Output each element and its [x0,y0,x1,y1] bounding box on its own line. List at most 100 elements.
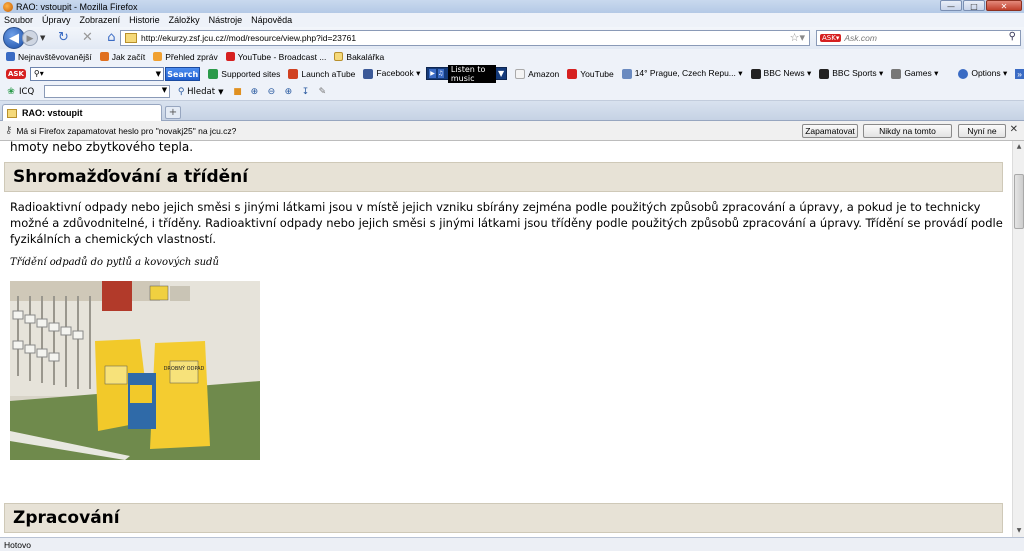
pen-icon[interactable]: ✎ [316,86,328,98]
section-heading: Zpracování [13,508,120,528]
new-tab-button[interactable]: + [165,106,181,119]
options-button[interactable]: Options ▾ [958,68,1007,79]
ask-search-input[interactable]: ⚲▾ ▼ [29,66,165,81]
bookmark-most-visited[interactable]: Nejnavštěvovanější [6,52,92,62]
menu-view[interactable]: Zobrazení [80,15,121,25]
toolbar-overflow-button[interactable]: » [1015,68,1024,79]
find-button[interactable]: Hledat [187,87,215,97]
bbc-news-button[interactable]: BBC News ▾ [750,68,811,79]
menu-help[interactable]: Nápověda [251,15,292,25]
status-text: Hotovo [4,539,31,550]
scroll-up-icon[interactable]: ▲ [1013,141,1024,153]
scroll-down-icon[interactable]: ▼ [1013,525,1024,537]
home-icon[interactable]: ⌂ [103,30,119,46]
bookmark-star-icon[interactable]: ☆▾ [790,31,805,44]
search-icon[interactable]: ⚲ [1009,31,1016,42]
music-player[interactable]: ▶ ♫ Listen to music ▼ [426,64,508,83]
ask-logo[interactable]: ASK [6,68,26,79]
games-button[interactable]: Games ▾ [891,68,938,79]
zoom-out-icon[interactable]: ⊖ [265,86,277,98]
supported-sites-button[interactable]: Supported sites [208,68,280,79]
highlight-icon[interactable]: ■ [231,86,243,98]
waste-sorting-photo: DROBNÝ ODPAD [10,281,260,460]
volume-icon[interactable]: ♫ [437,69,444,78]
section-heading-box: Shromažďování a třídění [4,162,1003,192]
ask-search-button[interactable]: Search [165,66,201,81]
search-box[interactable]: ASK▾ Ask.com ⚲ [816,30,1021,46]
image-caption: Třídění odpadů do pytlů a kovových sudů [10,257,219,268]
menu-file[interactable]: Soubor [4,15,33,25]
youtube-icon [567,68,578,79]
stop-icon[interactable]: ✕ [79,30,95,46]
facebook-button[interactable]: Facebook ▾ [363,68,420,79]
reload-icon[interactable]: ↻ [55,30,71,46]
bbc-icon [750,68,761,79]
weather-button[interactable]: 14° Prague, Czech Repu... ▾ [621,68,743,79]
amazon-button[interactable]: Amazon [515,68,559,79]
bookmark-youtube[interactable]: YouTube - Broadcast ... [225,52,326,62]
tab-label: RAO: vstoupit [22,108,83,118]
title-bar: RAO: vstoupit - Mozilla Firefox — □ ✕ [0,0,1024,13]
icq-flower-icon[interactable]: ❀ [5,86,17,98]
bbc-icon [819,68,830,79]
vertical-scrollbar[interactable]: ▲ ▼ [1012,141,1024,537]
launch-atube-button[interactable]: Launch aTube [288,68,355,79]
address-bar[interactable]: http://ekurzy.zsf.jcu.cz//mod/resource/v… [120,30,810,46]
menu-tools[interactable]: Nástroje [209,15,243,25]
menu-bar: Soubor Úpravy Zobrazení Historie Záložky… [0,13,1024,27]
bookmark-bakalarka[interactable]: Bakalářka [334,52,384,62]
url-text[interactable]: http://ekurzy.zsf.jcu.cz//mod/resource/v… [141,33,356,43]
bookmark-news[interactable]: Přehled zpráv [153,52,218,62]
zoom-in-icon[interactable]: ⊕ [248,86,260,98]
ask-engine-icon[interactable]: ASK▾ [820,34,842,42]
bag-label-text: DROBNÝ ODPAD [164,365,205,372]
not-now-button[interactable]: Nyní ne [958,124,1006,138]
magnifier-icon: ⚲▾ [33,69,44,78]
tab-rao[interactable]: RAO: vstoupit [2,104,162,121]
chevron-down-icon[interactable]: ▼ [162,86,167,94]
key-icon: ⚷ [5,125,13,136]
zoom-icon[interactable]: ⊕ [282,86,294,98]
bookmark-icon [6,52,15,61]
section-heading-box: Zpracování [4,503,1003,533]
close-window-button[interactable]: ✕ [986,0,1022,11]
search-icon[interactable]: ⚲ [175,86,187,98]
text-fragment: hmoty nebo zbytkového tepla. [10,141,194,154]
minimize-button[interactable]: — [940,0,962,11]
history-dropdown-icon[interactable]: ▼ [40,34,45,42]
maximize-button[interactable]: □ [963,0,985,11]
globe-icon [208,68,219,79]
firefox-icon [3,1,13,12]
close-notification-icon[interactable]: ✕ [1010,124,1018,135]
scroll-thumb[interactable] [1014,174,1024,229]
listen-to-music-label: Listen to music [447,64,496,83]
bookmark-getting-started[interactable]: Jak začít [99,52,145,62]
password-notification-bar: ⚷ Má si Firefox zapamatovat heslo pro "n… [0,121,1024,148]
music-dropdown-icon[interactable]: ▼ [498,69,504,78]
icq-search-input[interactable]: ▼ [44,85,171,98]
section-heading: Shromažďování a třídění [13,167,249,187]
remember-password-button[interactable]: Zapamatovat [802,124,858,138]
forward-button[interactable]: ▶ [22,30,38,46]
site-favicon-icon [125,33,137,43]
menu-edit[interactable]: Úpravy [42,15,71,25]
weather-icon [621,68,632,79]
menu-bookmarks[interactable]: Záložky [169,15,200,25]
download-icon[interactable]: ↧ [299,86,311,98]
bookmarks-bar: Nejnavštěvovanější Jak začít Přehled zpr… [0,49,1024,64]
youtube-button[interactable]: YouTube [567,68,614,79]
search-placeholder[interactable]: Ask.com [844,33,877,43]
find-dropdown-icon[interactable]: ▼ [218,88,223,96]
icq-label[interactable]: ICQ [19,87,34,97]
chevron-down-icon[interactable]: ▼ [156,70,161,78]
tab-strip: RAO: vstoupit + [0,101,1024,121]
youtube-icon [225,52,235,61]
never-for-site-button[interactable]: Nikdy na tomto serveru [863,124,952,148]
window-title: RAO: vstoupit - Mozilla Firefox [16,1,138,12]
status-bar: Hotovo [0,537,1024,551]
play-icon[interactable]: ▶ [429,69,436,78]
bookmark-icon [99,52,109,61]
bbc-sports-button[interactable]: BBC Sports ▾ [819,68,883,79]
bookmark-icon [334,52,344,61]
menu-history[interactable]: Historie [129,15,160,25]
